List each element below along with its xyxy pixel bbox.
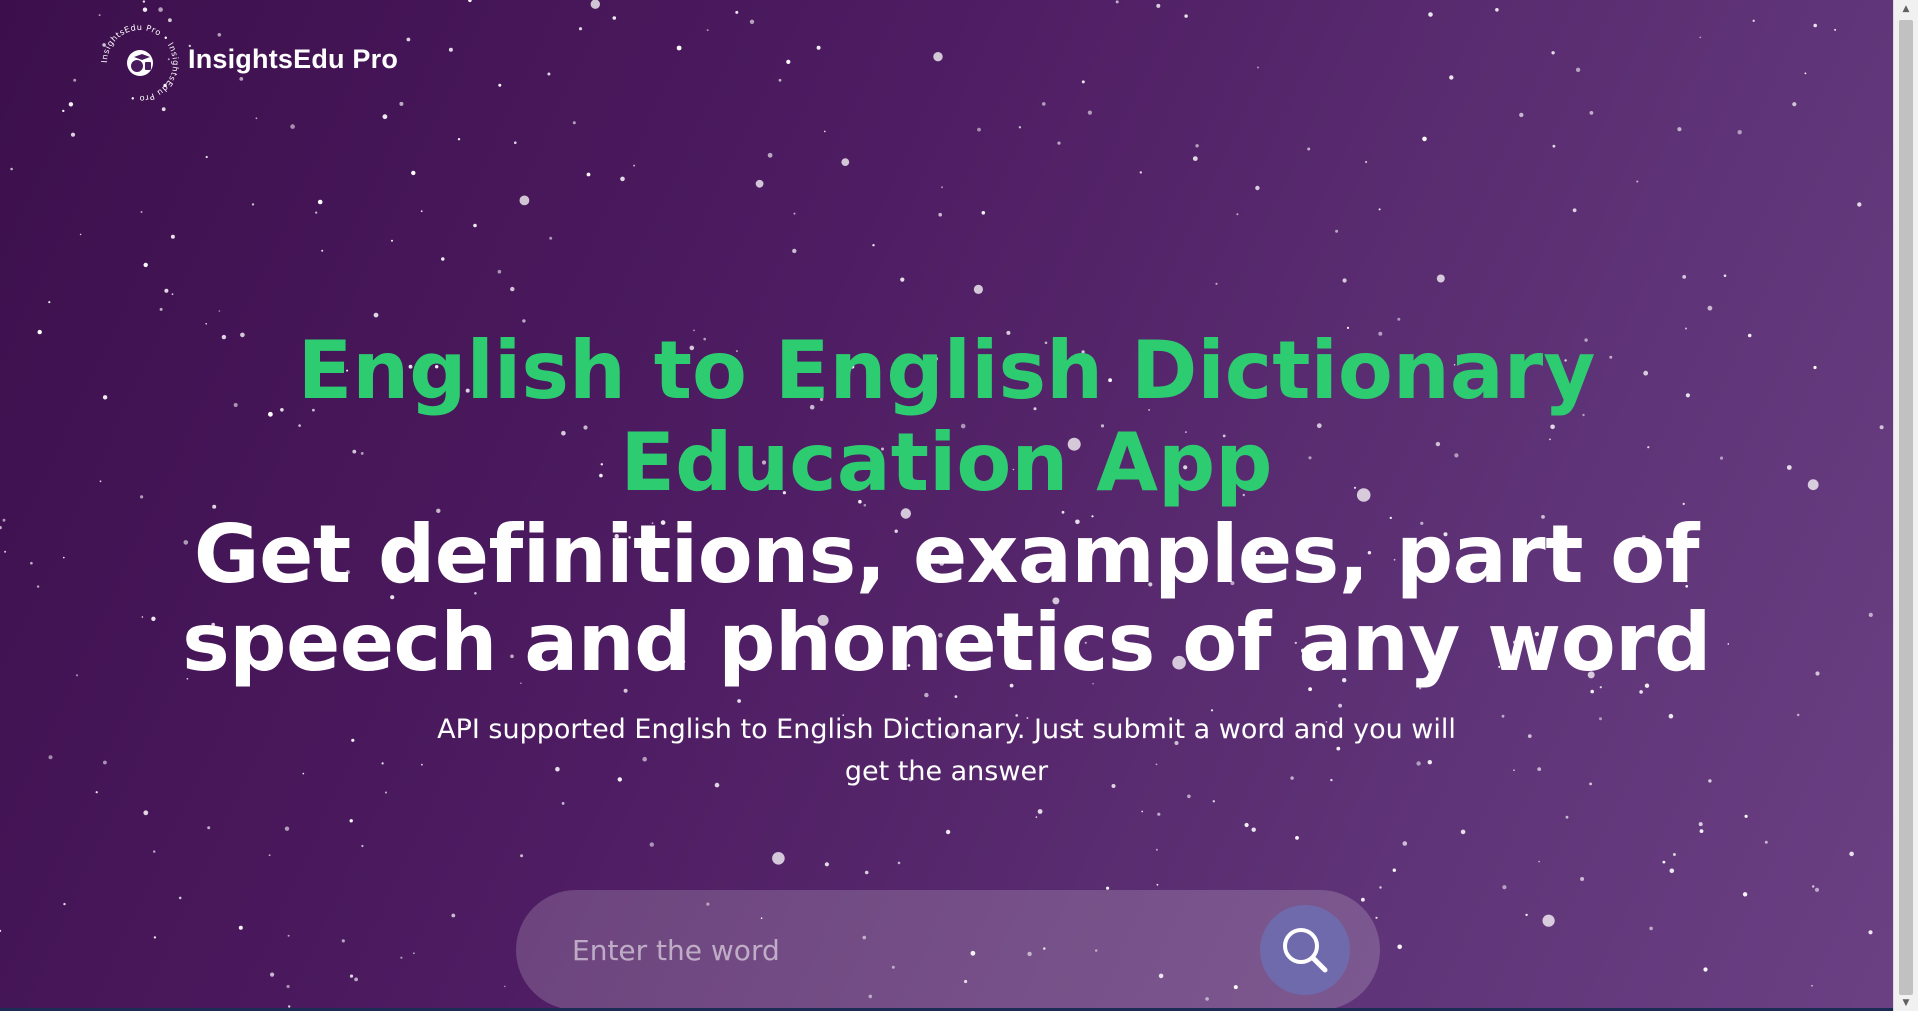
hero-description: API supported English to English Diction… bbox=[437, 714, 1456, 787]
scroll-down-icon[interactable]: ▼ bbox=[1894, 994, 1918, 1011]
search-bar bbox=[516, 890, 1380, 1010]
search-button[interactable] bbox=[1260, 905, 1350, 995]
scrollbar-thumb[interactable] bbox=[1899, 20, 1913, 995]
scroll-up-icon[interactable]: ▲ bbox=[1894, 0, 1918, 17]
logo-icon[interactable]: InsightsEdu Pro • InsightsEdu Pro • bbox=[95, 18, 185, 108]
vertical-scrollbar[interactable]: ▲ ▼ bbox=[1893, 0, 1918, 1011]
hero-title: English to English Dictionary Education … bbox=[297, 324, 1596, 509]
search-icon bbox=[1283, 928, 1328, 973]
hero-section: English to English Dictionary Education … bbox=[0, 325, 1893, 793]
hero-subtitle: Get definitions, examples, part of speec… bbox=[182, 508, 1711, 689]
page: InsightsEdu Pro • InsightsEdu Pro • Insi… bbox=[0, 0, 1918, 1011]
search-input[interactable] bbox=[564, 920, 1260, 980]
brand-name[interactable]: InsightsEdu Pro bbox=[188, 44, 398, 75]
site-header: InsightsEdu Pro • InsightsEdu Pro • Insi… bbox=[95, 18, 398, 108]
